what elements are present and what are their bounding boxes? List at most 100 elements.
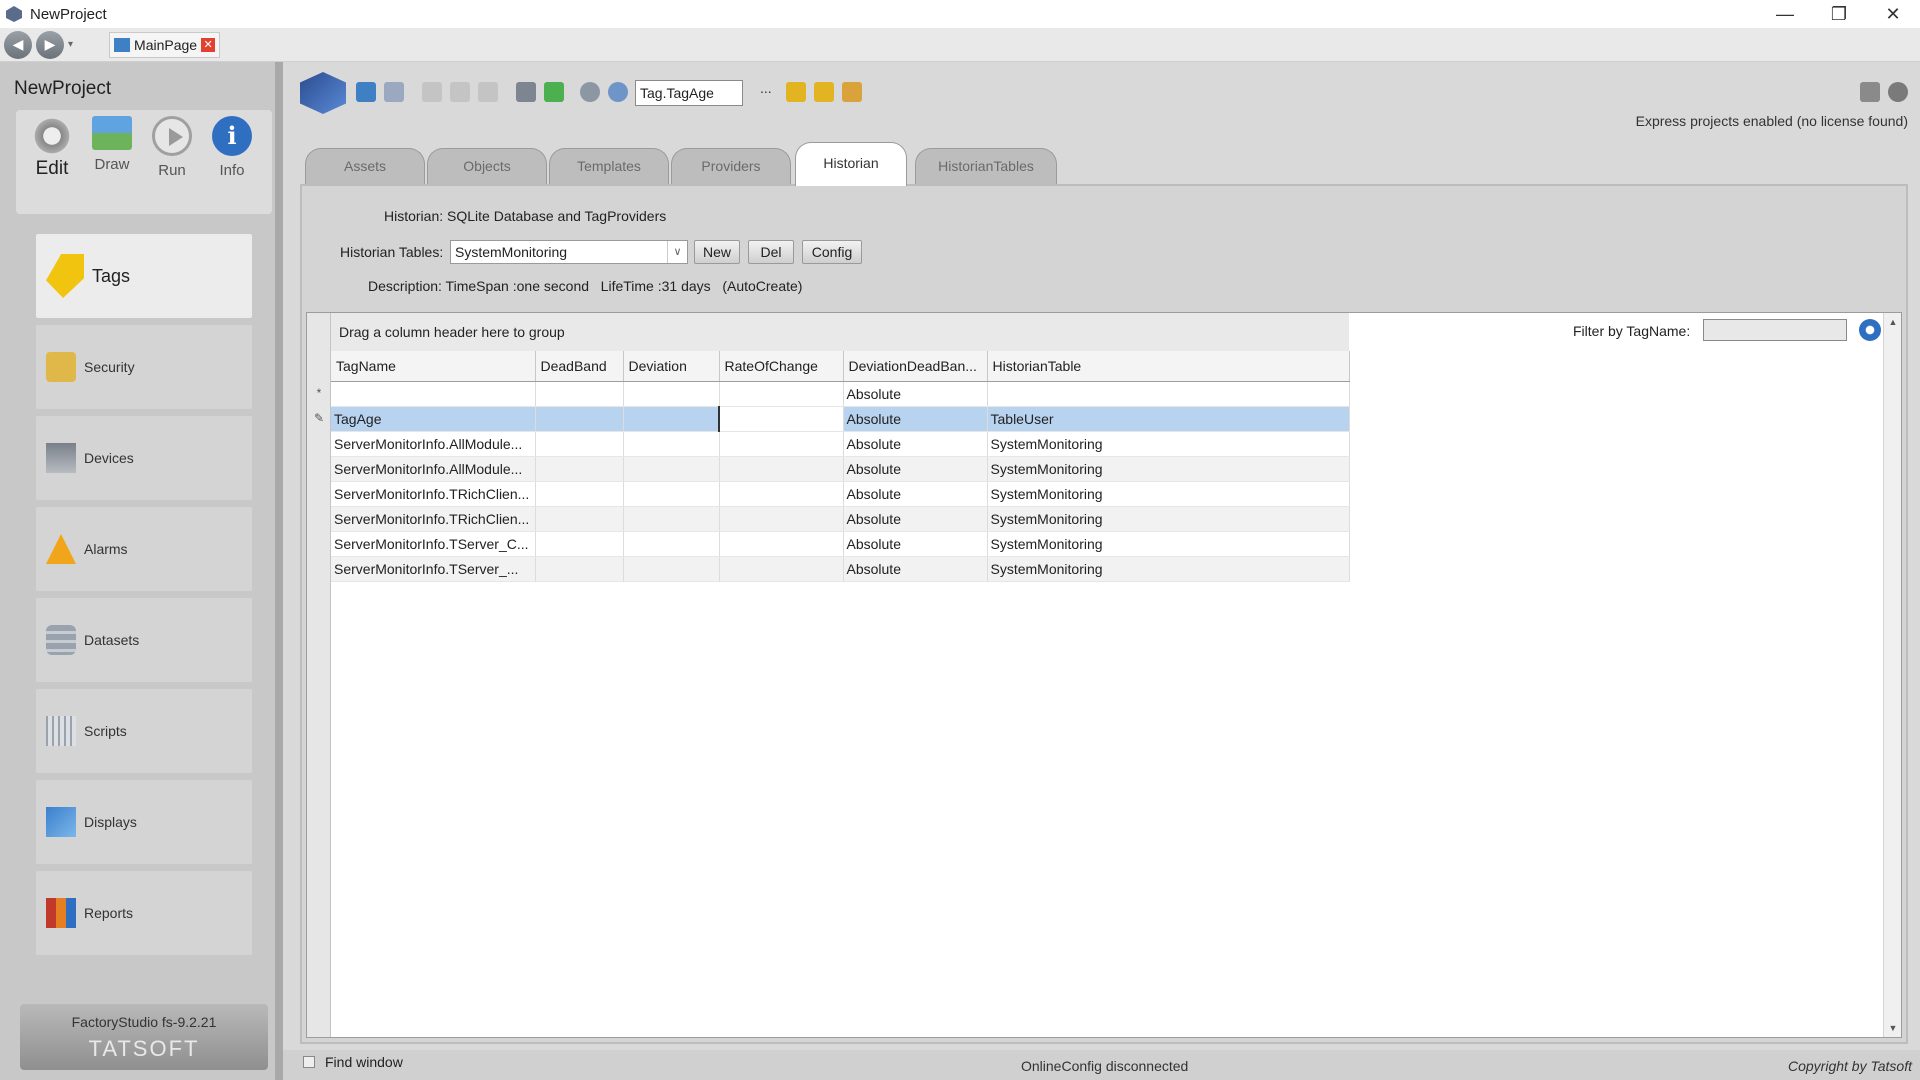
column-header-historiantable[interactable]: HistorianTable: [987, 351, 1350, 382]
find-window-toggle[interactable]: Find window: [303, 1054, 403, 1070]
new-row-marker[interactable]: *: [307, 381, 331, 406]
sidebar-item-security[interactable]: Security: [36, 325, 252, 409]
cell-historiantable[interactable]: SystemMonitoring: [987, 481, 1350, 507]
tab-assets[interactable]: Assets: [305, 148, 425, 184]
forward-button[interactable]: ▶: [36, 30, 64, 59]
tag-browse-button[interactable]: ...: [760, 80, 772, 96]
vertical-scrollbar[interactable]: ▲ ▼: [1883, 313, 1901, 1037]
cell-tagname[interactable]: ServerMonitorInfo.AllModule...: [331, 456, 536, 482]
tools-icon[interactable]: [842, 82, 862, 102]
cell-historiantable[interactable]: SystemMonitoring: [987, 456, 1350, 482]
cell-deadband[interactable]: [535, 406, 624, 432]
new-table-button[interactable]: New: [694, 240, 740, 264]
sidebar-item-alarms[interactable]: Alarms: [36, 507, 252, 591]
cell-rateofchange[interactable]: [719, 381, 844, 407]
column-header-deadband[interactable]: DeadBand: [535, 351, 624, 382]
cell-tagname[interactable]: ServerMonitorInfo.TServer_C...: [331, 531, 536, 557]
main-logo-icon[interactable]: [300, 72, 346, 114]
tag-search-field[interactable]: Tag.TagAge: [635, 80, 743, 106]
cut-icon[interactable]: [422, 82, 442, 102]
chevron-down-icon[interactable]: ∨: [667, 241, 687, 263]
cell-tagname[interactable]: ServerMonitorInfo.TServer_...: [331, 556, 536, 582]
cell-deviation[interactable]: [623, 406, 720, 432]
sidebar-item-datasets[interactable]: Datasets: [36, 598, 252, 682]
upload-icon[interactable]: [544, 82, 564, 102]
table-row[interactable]: ServerMonitorInfo.AllModule... Absolute …: [331, 431, 1350, 457]
cell-deadband[interactable]: [535, 481, 624, 507]
cell-deviationdeadband[interactable]: Absolute: [843, 406, 988, 432]
sidebar-item-devices[interactable]: Devices: [36, 416, 252, 500]
cell-rateofchange[interactable]: [719, 531, 844, 557]
delete-table-button[interactable]: Del: [748, 240, 794, 264]
sidebar-item-reports[interactable]: Reports: [36, 871, 252, 955]
cell-tagname[interactable]: TagAge: [331, 406, 536, 432]
scroll-down-button[interactable]: ▼: [1884, 1019, 1902, 1037]
column-header-deviation[interactable]: Deviation: [623, 351, 720, 382]
cell-deadband[interactable]: [535, 456, 624, 482]
minimize-button[interactable]: —: [1758, 0, 1812, 28]
sidebar-item-tags[interactable]: Tags: [36, 234, 252, 318]
cell-rateofchange[interactable]: [719, 456, 844, 482]
cell-rateofchange[interactable]: [719, 431, 844, 457]
find-window-checkbox[interactable]: [303, 1056, 315, 1068]
group-by-panel[interactable]: Drag a column header here to group: [331, 313, 1349, 351]
find-icon[interactable]: [580, 82, 600, 102]
mode-info[interactable]: i Info: [204, 116, 260, 179]
cell-deadband[interactable]: [535, 381, 624, 407]
cell-deadband[interactable]: [535, 531, 624, 557]
cell-deviationdeadband[interactable]: Absolute: [843, 506, 988, 532]
table-row-new[interactable]: Absolute: [331, 381, 1350, 407]
help-icon[interactable]: [1888, 82, 1908, 102]
sidebar-item-displays[interactable]: Displays: [36, 780, 252, 864]
edit-row-pencil-icon[interactable]: ✎: [307, 406, 331, 431]
cell-rateofchange[interactable]: [719, 481, 844, 507]
column-header-deviationdeadband[interactable]: DeviationDeadBan...: [843, 351, 988, 382]
cell-tagname[interactable]: ServerMonitorInfo.TRichClien...: [331, 506, 536, 532]
cell-deviationdeadband[interactable]: Absolute: [843, 431, 988, 457]
close-tab-icon[interactable]: ✕: [201, 37, 216, 52]
config-table-button[interactable]: Config: [802, 240, 862, 264]
cell-tagname[interactable]: ServerMonitorInfo.TRichClien...: [331, 481, 536, 507]
filter-tagname-input[interactable]: [1703, 319, 1847, 341]
mode-edit[interactable]: Edit: [24, 116, 80, 180]
mode-run[interactable]: Run: [144, 116, 200, 179]
cross-reference-icon[interactable]: [786, 82, 806, 102]
cell-deviation[interactable]: [623, 456, 720, 482]
search-icon[interactable]: [608, 82, 628, 102]
cell-deviation[interactable]: [623, 381, 720, 407]
cell-historiantable[interactable]: [987, 381, 1350, 407]
close-window-button[interactable]: ✕: [1866, 0, 1920, 28]
cell-deadband[interactable]: [535, 556, 624, 582]
cell-deviation[interactable]: [623, 531, 720, 557]
historian-tables-select[interactable]: SystemMonitoring ∨: [450, 240, 688, 264]
tab-objects[interactable]: Objects: [427, 148, 547, 184]
tab-providers[interactable]: Providers: [671, 148, 791, 184]
cell-tagname[interactable]: [331, 381, 536, 407]
table-row[interactable]: ServerMonitorInfo.TServer_... Absolute S…: [331, 556, 1350, 582]
cell-historiantable[interactable]: SystemMonitoring: [987, 431, 1350, 457]
cell-historiantable[interactable]: SystemMonitoring: [987, 506, 1350, 532]
cell-rateofchange-editing[interactable]: [718, 406, 844, 432]
cell-deadband[interactable]: [535, 506, 624, 532]
cell-deviation[interactable]: [623, 431, 720, 457]
document-tab-mainpage[interactable]: MainPage ✕: [109, 31, 221, 58]
column-header-tagname[interactable]: TagName: [331, 351, 536, 382]
back-button[interactable]: ◀: [4, 30, 32, 59]
undo-icon[interactable]: [356, 82, 376, 102]
cell-deviationdeadband[interactable]: Absolute: [843, 456, 988, 482]
cell-deviation[interactable]: [623, 506, 720, 532]
tab-templates[interactable]: Templates: [549, 148, 669, 184]
notes-icon[interactable]: [1860, 82, 1880, 102]
column-header-rateofchange[interactable]: RateOfChange: [719, 351, 844, 382]
redo-icon[interactable]: [384, 82, 404, 102]
cell-rateofchange[interactable]: [719, 556, 844, 582]
table-row[interactable]: ServerMonitorInfo.AllModule... Absolute …: [331, 456, 1350, 482]
cell-deadband[interactable]: [535, 431, 624, 457]
sidebar-item-scripts[interactable]: Scripts: [36, 689, 252, 773]
paste-icon[interactable]: [478, 82, 498, 102]
cell-historiantable[interactable]: SystemMonitoring: [987, 531, 1350, 557]
cell-historiantable[interactable]: TableUser: [987, 406, 1350, 432]
cell-deviationdeadband[interactable]: Absolute: [843, 481, 988, 507]
table-row[interactable]: ServerMonitorInfo.TRichClien... Absolute…: [331, 506, 1350, 532]
cell-deviation[interactable]: [623, 481, 720, 507]
